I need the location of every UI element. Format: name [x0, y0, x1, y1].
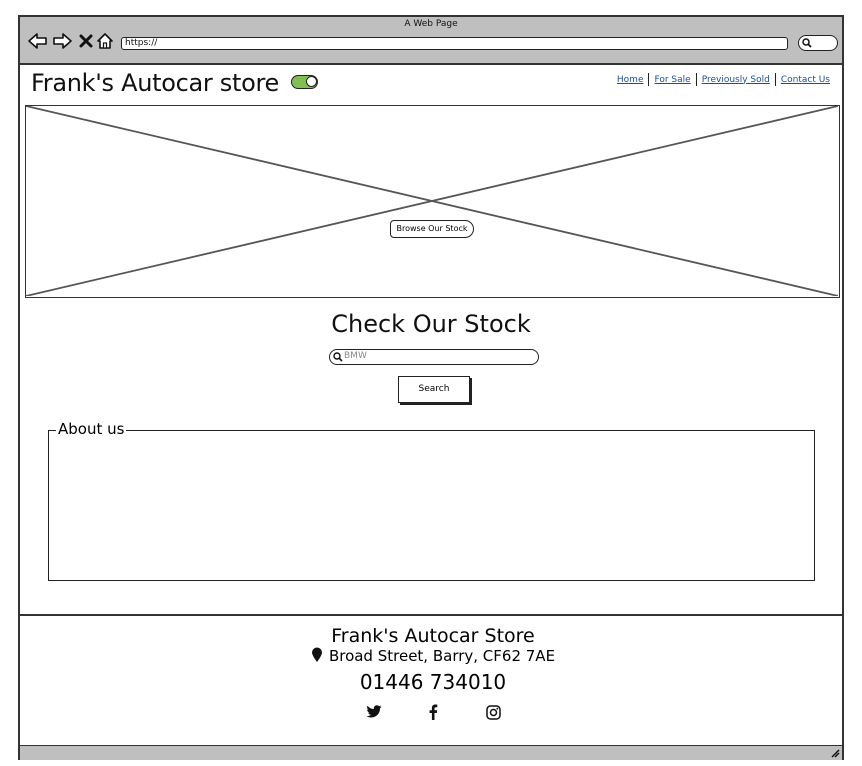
twitter-icon	[366, 705, 382, 718]
theme-toggle[interactable]	[291, 75, 318, 89]
map-pin-icon	[311, 647, 322, 662]
main-nav: Home For Sale Previously Sold Contact Us	[612, 73, 835, 86]
arrow-right-icon	[53, 33, 72, 49]
instagram-link[interactable]	[484, 703, 502, 721]
footer-address: Broad Street, Barry, CF62 7AE	[20, 647, 846, 665]
nav-link-contact-us[interactable]: Contact Us	[776, 75, 835, 85]
site-title: Frank's Autocar store	[31, 69, 279, 97]
resize-grip-icon[interactable]	[830, 748, 840, 758]
browser-window: A Web Page https:// Frank's Autocar stor…	[18, 15, 844, 760]
instagram-icon	[485, 704, 501, 720]
browser-statusbar	[20, 745, 842, 760]
footer-store-name: Frank's Autocar Store	[331, 625, 535, 647]
window-title: A Web Page	[404, 19, 458, 29]
toggle-knob	[306, 76, 317, 87]
site-header: Frank's Autocar store Home For Sale Prev…	[20, 67, 842, 107]
nav-link-for-sale[interactable]: For Sale	[649, 75, 695, 85]
nav-link-previously-sold[interactable]: Previously Sold	[697, 75, 775, 85]
nav-link-home[interactable]: Home	[612, 75, 649, 85]
back-button[interactable]	[28, 31, 48, 51]
home-icon	[97, 33, 113, 49]
twitter-link[interactable]	[365, 703, 383, 721]
stock-heading: Check Our Stock	[331, 310, 531, 338]
address-bar[interactable]: https://	[121, 37, 788, 50]
search-placeholder: BMW	[344, 351, 367, 361]
search-button[interactable]: Search	[398, 376, 470, 403]
browse-stock-button[interactable]: Browse Our Stock	[390, 220, 474, 238]
about-us-section: About us	[48, 420, 815, 581]
search-icon	[802, 38, 812, 48]
about-us-heading: About us	[56, 420, 127, 438]
stock-search-input[interactable]: BMW	[329, 349, 539, 365]
footer-address-text: Broad Street, Barry, CF62 7AE	[328, 647, 556, 665]
footer-divider	[20, 614, 842, 616]
facebook-icon	[429, 704, 438, 720]
home-button[interactable]	[95, 31, 115, 51]
browser-titlebar: A Web Page https://	[20, 17, 842, 65]
stop-button[interactable]	[76, 31, 96, 51]
image-placeholder-icon	[26, 106, 838, 296]
close-icon	[79, 34, 93, 48]
arrow-left-icon	[28, 33, 47, 49]
facebook-link[interactable]	[424, 703, 442, 721]
search-icon	[333, 352, 343, 362]
hero-image-placeholder: Browse Our Stock	[25, 105, 840, 298]
browser-search-box[interactable]	[798, 35, 838, 51]
footer-phone: 01446 734010	[359, 670, 507, 694]
forward-button[interactable]	[52, 31, 72, 51]
